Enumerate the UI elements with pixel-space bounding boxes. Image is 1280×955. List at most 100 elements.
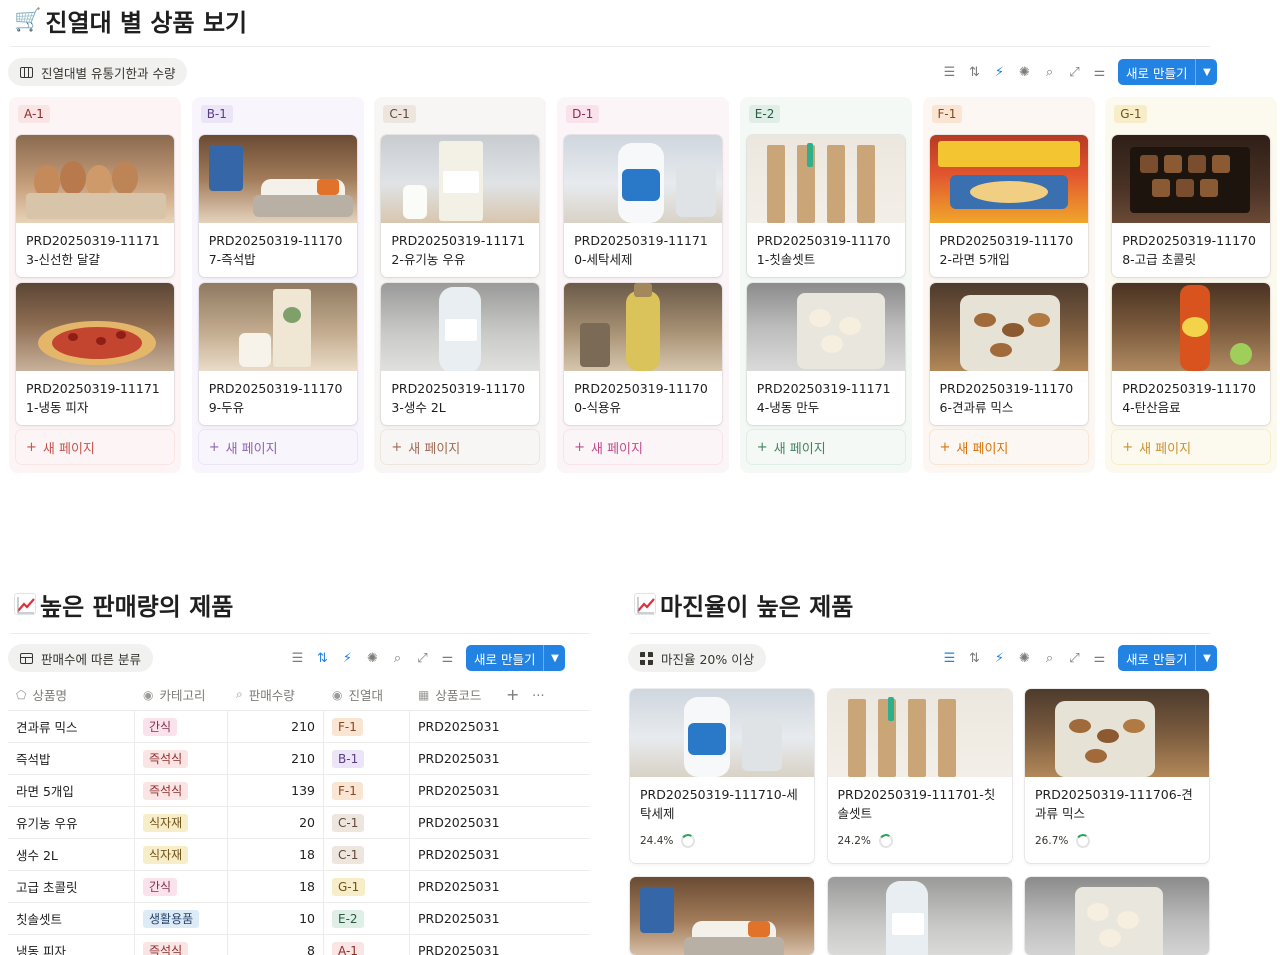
view-tab-gallery[interactable]: 마진율 20% 이상 <box>628 644 767 672</box>
cell-qty[interactable]: 139 <box>228 775 324 806</box>
column-header[interactable]: A-1 <box>18 105 175 123</box>
view-tab-board[interactable]: 진열대별 유통기한과 수량 <box>8 58 188 86</box>
gallery-card[interactable]: PRD20250319-111701-칫솔셋트 24.2% <box>827 689 1012 863</box>
cell-code[interactable]: PRD20250319- <box>410 839 500 870</box>
cell-shelf[interactable]: C-1 <box>324 807 410 838</box>
cell-category[interactable]: 간식 <box>135 871 228 902</box>
ai-sparkle-icon[interactable]: ✺ <box>1012 60 1037 84</box>
more-options-icon[interactable]: ⋯ <box>526 679 556 710</box>
cell-category[interactable]: 식자재 <box>135 807 228 838</box>
gallery-card[interactable] <box>827 877 1012 955</box>
expand-icon[interactable]: ⤢ <box>1062 646 1087 670</box>
chevron-down-icon[interactable]: ▼ <box>1195 59 1217 85</box>
automation-icon[interactable]: ⚡ <box>987 60 1012 84</box>
gallery-card[interactable]: PRD20250319-111710-세탁세제 24.4% <box>630 689 814 863</box>
column-header[interactable]: E-2 <box>748 105 906 123</box>
cell-name[interactable]: 칫솔셋트 <box>8 903 135 934</box>
new-page-button[interactable]: + 새 페이지 <box>198 430 357 464</box>
cell-qty[interactable]: 20 <box>228 807 324 838</box>
automation-icon[interactable]: ⚡ <box>987 646 1012 670</box>
column-header[interactable]: B-1 <box>200 105 358 123</box>
cell-code[interactable]: PRD20250319- <box>410 935 500 955</box>
cell-name[interactable]: 유기농 우유 <box>8 807 135 838</box>
cell-category[interactable]: 간식 <box>135 711 228 742</box>
cell-name[interactable]: 생수 2L <box>8 839 135 870</box>
automation-icon[interactable]: ⚡ <box>335 646 360 670</box>
product-card[interactable]: PRD20250319-111712-유기농 우유 <box>381 135 540 277</box>
sort-icon[interactable]: ⇅ <box>962 646 987 670</box>
cell-category[interactable]: 식자재 <box>135 839 228 870</box>
product-card[interactable]: PRD20250319-111711-냉동 피자 <box>16 283 174 425</box>
cell-name[interactable]: 즉석밥 <box>8 743 135 774</box>
product-card[interactable]: PRD20250319-111704-탄산음료 <box>1112 283 1271 425</box>
sort-icon[interactable]: ⇅ <box>310 646 335 670</box>
filter-icon[interactable]: ☰ <box>285 646 310 670</box>
cell-category[interactable]: 즉석식 <box>135 743 228 774</box>
product-card[interactable]: PRD20250319-111709-두유 <box>198 283 357 425</box>
product-card[interactable]: PRD20250319-111707-즉석밥 <box>198 135 357 277</box>
product-card[interactable]: PRD20250319-111713-신선한 달걀 <box>16 135 174 277</box>
chevron-down-icon[interactable]: ▼ <box>1195 645 1217 671</box>
search-icon[interactable]: ⌕ <box>385 646 410 670</box>
product-card[interactable]: PRD20250319-111701-칫솔셋트 <box>746 135 905 277</box>
column-header[interactable]: F-1 <box>931 105 1089 123</box>
cell-qty[interactable]: 210 <box>228 743 324 774</box>
cell-code[interactable]: PRD20250319- <box>410 711 500 742</box>
cell-shelf[interactable]: F-1 <box>324 775 410 806</box>
cell-name[interactable]: 라면 5개입 <box>8 775 135 806</box>
header-shelf[interactable]: ◉ 진열대 <box>324 679 410 710</box>
cell-name[interactable]: 냉동 피자 <box>8 935 135 955</box>
ai-sparkle-icon[interactable]: ✺ <box>1012 646 1037 670</box>
cell-code[interactable]: PRD20250319- <box>410 903 500 934</box>
gallery-card[interactable] <box>1025 877 1209 955</box>
new-button[interactable]: 새로 만들기 ▼ <box>1118 59 1218 85</box>
add-property-button[interactable]: + <box>500 679 526 710</box>
cell-qty[interactable]: 8 <box>228 935 324 955</box>
search-icon[interactable]: ⌕ <box>1037 646 1062 670</box>
search-icon[interactable]: ⌕ <box>1037 60 1062 84</box>
cell-qty[interactable]: 18 <box>228 839 324 870</box>
product-card[interactable]: PRD20250319-111710-세탁세제 <box>564 135 723 277</box>
cell-qty[interactable]: 210 <box>228 711 324 742</box>
table-row[interactable]: 라면 5개입 즉석식 139 F-1 PRD20250319- <box>8 775 590 807</box>
ai-sparkle-icon[interactable]: ✺ <box>360 646 385 670</box>
new-page-button[interactable]: + 새 페이지 <box>929 430 1088 464</box>
new-button[interactable]: 새로 만들기 ▼ <box>1118 645 1218 671</box>
column-header[interactable]: C-1 <box>383 105 540 123</box>
new-page-button[interactable]: + 새 페이지 <box>746 430 905 464</box>
product-card[interactable]: PRD20250319-111703-생수 2L <box>381 283 540 425</box>
table-row[interactable]: 생수 2L 식자재 18 C-1 PRD20250319- <box>8 839 590 871</box>
cell-code[interactable]: PRD20250319- <box>410 775 500 806</box>
column-header[interactable]: G-1 <box>1114 105 1271 123</box>
cell-shelf[interactable]: C-1 <box>324 839 410 870</box>
cell-qty[interactable]: 10 <box>228 903 324 934</box>
gallery-card[interactable] <box>630 877 814 955</box>
cell-name[interactable]: 견과류 믹스 <box>8 711 135 742</box>
column-header[interactable]: D-1 <box>566 105 723 123</box>
settings-icon[interactable]: ⚌ <box>1087 60 1112 84</box>
product-card[interactable]: PRD20250319-111714-냉동 만두 <box>746 283 905 425</box>
table-row[interactable]: 칫솔셋트 생활용품 10 E-2 PRD20250319- <box>8 903 590 935</box>
view-tab-table[interactable]: 판매수에 따른 분류 <box>8 644 153 672</box>
new-page-button[interactable]: + 새 페이지 <box>1112 430 1271 464</box>
product-card[interactable]: PRD20250319-111702-라면 5개입 <box>929 135 1088 277</box>
new-page-button[interactable]: + 새 페이지 <box>381 430 540 464</box>
new-button[interactable]: 새로 만들기 ▼ <box>466 645 566 671</box>
new-page-button[interactable]: + 새 페이지 <box>564 430 723 464</box>
table-row[interactable]: 즉석밥 즉석식 210 B-1 PRD20250319- <box>8 743 590 775</box>
table-row[interactable]: 고급 초콜릿 간식 18 G-1 PRD20250319- <box>8 871 590 903</box>
filter-icon[interactable]: ☰ <box>937 646 962 670</box>
cell-category[interactable]: 즉석식 <box>135 935 228 955</box>
header-name[interactable]: ⬠ 상품명 <box>8 679 135 710</box>
product-card[interactable]: PRD20250319-111708-고급 초콜릿 <box>1112 135 1271 277</box>
settings-icon[interactable]: ⚌ <box>435 646 460 670</box>
expand-icon[interactable]: ⤢ <box>410 646 435 670</box>
cell-code[interactable]: PRD20250319- <box>410 743 500 774</box>
cell-shelf[interactable]: B-1 <box>324 743 410 774</box>
header-category[interactable]: ◉ 카테고리 <box>135 679 228 710</box>
cell-code[interactable]: PRD20250319- <box>410 871 500 902</box>
table-row[interactable]: 유기농 우유 식자재 20 C-1 PRD20250319- <box>8 807 590 839</box>
header-qty[interactable]: ⌕ 판매수량 <box>228 679 324 710</box>
table-row[interactable]: 견과류 믹스 간식 210 F-1 PRD20250319- <box>8 711 590 743</box>
chevron-down-icon[interactable]: ▼ <box>543 645 565 671</box>
